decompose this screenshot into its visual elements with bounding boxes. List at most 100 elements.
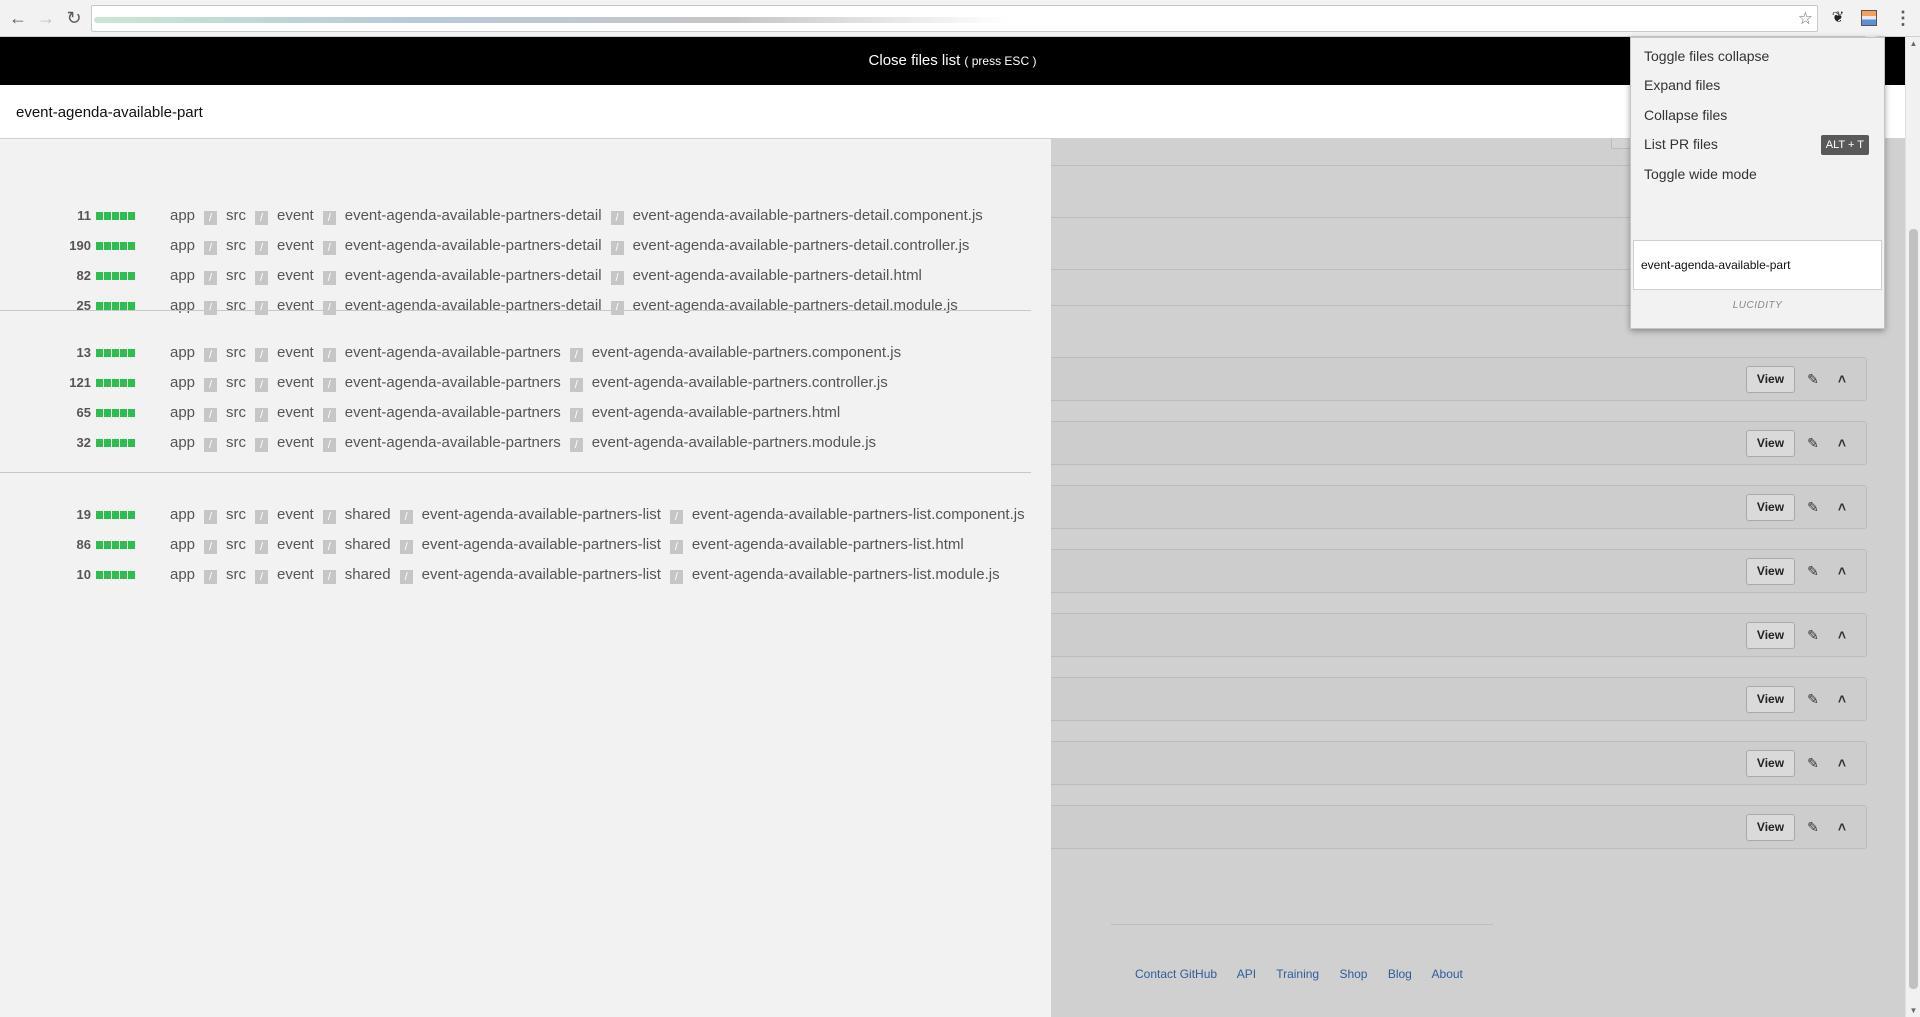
view-button[interactable]: View (1746, 686, 1795, 713)
menu-item-label: Expand files (1644, 77, 1721, 93)
back-icon[interactable]: ← (6, 6, 30, 30)
path-segment: src (226, 344, 247, 361)
view-button[interactable]: View (1746, 750, 1795, 777)
file-card: View ✎ ˄ (1051, 485, 1867, 529)
file-row[interactable]: 13 app / src / event / event-agenda-available-p… (0, 341, 1031, 365)
footer-link[interactable]: Shop (1339, 967, 1367, 981)
view-button[interactable]: View (1746, 558, 1795, 585)
pencil-icon[interactable]: ✎ (1804, 752, 1822, 774)
footer-link[interactable]: API (1237, 967, 1256, 981)
scroll-up-icon[interactable]: ▲ (1908, 39, 1919, 48)
footer-link[interactable]: Contact GitHub (1135, 967, 1217, 981)
popup-search-input[interactable] (1641, 255, 1871, 275)
pencil-icon[interactable]: ✎ (1804, 560, 1822, 582)
view-button[interactable]: View (1746, 622, 1795, 649)
view-button[interactable]: View (1746, 494, 1795, 521)
path-separator: / (322, 348, 336, 362)
footer-link[interactable]: About (1432, 967, 1463, 981)
file-path[interactable]: app / src / event / event-agenda-available-par… (170, 401, 840, 425)
diffstat-block (104, 272, 111, 280)
path-segment: app (170, 434, 196, 451)
close-files-list-bar[interactable]: Close files list ( press ESC ) (0, 37, 1905, 85)
pencil-icon[interactable]: ✎ (1804, 688, 1822, 710)
path-separator: / (322, 408, 336, 422)
changes-count: 10 (76, 567, 91, 582)
diffstat-block (128, 349, 135, 357)
file-row[interactable]: 190 app / src / event / event-agenda-available-… (0, 234, 1031, 258)
scroll-down-icon[interactable]: ▼ (1908, 1006, 1919, 1015)
page-scrollbar[interactable]: ▲ ▼ (1905, 37, 1920, 1017)
file-row[interactable]: 86 app / src / event / shared / event-agenda-avai… (0, 533, 1031, 557)
chevron-up-icon[interactable]: ˄ (1833, 368, 1851, 390)
file-search-input[interactable] (16, 101, 916, 123)
pencil-icon[interactable]: ✎ (1804, 624, 1822, 646)
reload-icon[interactable]: ↻ (62, 6, 86, 30)
diffstat-block (104, 212, 111, 220)
chevron-up-icon[interactable]: ˄ (1833, 816, 1851, 838)
chevron-up-icon[interactable]: ˄ (1833, 432, 1851, 454)
path-segment: src (226, 506, 247, 523)
file-path[interactable]: app / src / event / shared / event-agenda-availa… (170, 503, 1025, 527)
path-separator: / (255, 570, 269, 584)
footer-link[interactable]: Blog (1388, 967, 1412, 981)
pencil-icon[interactable]: ✎ (1804, 496, 1822, 518)
close-files-list-label: Close files list (868, 52, 961, 69)
view-button[interactable]: View (1746, 814, 1795, 841)
path-segment: shared (344, 536, 391, 553)
file-path[interactable]: app / src / event / event-agenda-available-par… (170, 264, 922, 288)
pencil-icon[interactable]: ✎ (1804, 816, 1822, 838)
forward-icon[interactable]: → (34, 6, 58, 30)
path-separator: / (399, 570, 413, 584)
file-path[interactable]: app / src / event / shared / event-agenda-availa… (170, 533, 964, 557)
file-row[interactable]: 65 app / src / event / event-agenda-available-p… (0, 401, 1031, 425)
path-segment: event-agenda-available-partners-list (421, 566, 661, 583)
file-row[interactable]: 10 app / src / event / shared / event-agenda-avai… (0, 563, 1031, 587)
chevron-up-icon[interactable]: ˄ (1833, 688, 1851, 710)
path-segment: event-agenda-available-partners-list.htm… (691, 536, 964, 553)
file-path[interactable]: app / src / event / event-agenda-available-par… (170, 341, 901, 365)
menu-item-label: Collapse files (1644, 107, 1728, 123)
file-row[interactable]: 19 app / src / event / shared / event-agenda-avai… (0, 503, 1031, 527)
file-row[interactable]: 121 app / src / event / event-agenda-available-… (0, 371, 1031, 395)
file-row[interactable]: 32 app / src / event / event-agenda-available-p… (0, 431, 1031, 455)
chevron-up-icon[interactable]: ˄ (1833, 752, 1851, 774)
path-segment: app (170, 536, 196, 553)
menu-item-toggle-wide-mode[interactable]: Toggle wide mode (1631, 156, 1884, 192)
footer-link[interactable]: Training (1276, 967, 1319, 981)
chevron-up-icon[interactable]: ˄ (1833, 560, 1851, 582)
view-button[interactable]: View (1746, 366, 1795, 393)
star-icon[interactable]: ☆ (1798, 8, 1813, 30)
chevron-up-icon[interactable]: ˄ (1833, 496, 1851, 518)
file-path[interactable]: app / src / event / event-agenda-available-par… (170, 371, 888, 395)
diffstat-block (120, 379, 127, 387)
diffstat-block (120, 409, 127, 417)
path-segment: src (226, 434, 247, 451)
file-row[interactable]: 11 app / src / event / event-agenda-available-p… (0, 204, 1031, 228)
path-separator: / (255, 438, 269, 452)
chevron-up-icon[interactable]: ˄ (1833, 624, 1851, 646)
file-path[interactable]: app / src / event / shared / event-agenda-availa… (170, 563, 1000, 587)
file-path[interactable]: app / src / event / event-agenda-available-par… (170, 234, 969, 258)
path-separator: / (255, 510, 269, 524)
diffstat-block (112, 541, 119, 549)
file-path[interactable]: app / src / event / event-agenda-available-par… (170, 431, 876, 455)
octotree-icon[interactable]: ❦ (1827, 7, 1849, 29)
address-bar[interactable]: ☆ (91, 5, 1818, 32)
file-path[interactable]: app / src / event / event-agenda-available-par… (170, 204, 983, 228)
file-row[interactable]: 82 app / src / event / event-agenda-available-p… (0, 264, 1031, 288)
path-segment: src (226, 536, 247, 553)
changes-count: 86 (76, 537, 91, 552)
diffstat-bar (96, 511, 136, 520)
lucidity-icon[interactable] (1858, 7, 1880, 29)
file-group: 13 app / src / event / event-agenda-available-p… (0, 310, 1031, 470)
path-segment: event (277, 374, 314, 391)
menu-item-label: Toggle wide mode (1644, 166, 1757, 182)
pencil-icon[interactable]: ✎ (1804, 432, 1822, 454)
view-button[interactable]: View (1746, 430, 1795, 457)
pencil-icon[interactable]: ✎ (1804, 368, 1822, 390)
scroll-thumb[interactable] (1909, 229, 1918, 989)
path-segment: event (277, 536, 314, 553)
kebab-menu-icon[interactable]: ⋮ (1894, 6, 1912, 30)
path-separator: / (255, 348, 269, 362)
diffstat-block (104, 571, 111, 579)
